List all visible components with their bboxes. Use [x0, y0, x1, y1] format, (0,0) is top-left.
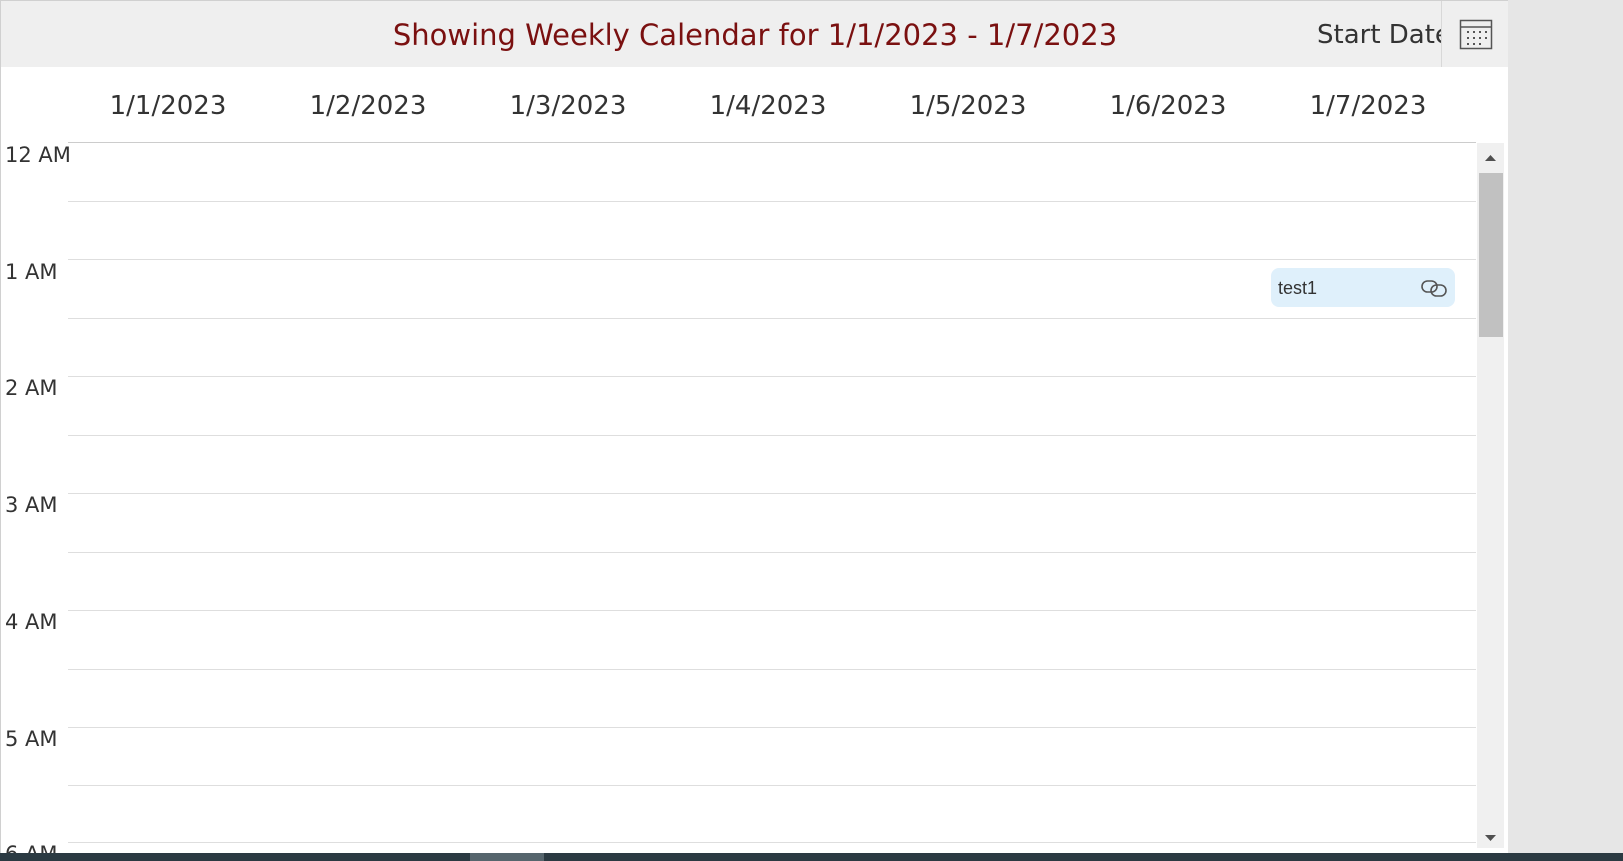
start-date-label: Start Date	[1317, 20, 1451, 50]
time-grid[interactable]	[68, 143, 1476, 843]
event-title: test1	[1278, 278, 1318, 298]
hour-line	[68, 493, 1476, 494]
day-header-row: 1/1/2023 1/2/2023 1/3/2023 1/4/2023 1/5/…	[68, 67, 1476, 143]
link-icon[interactable]	[1420, 277, 1448, 299]
time-label: 2 AM	[5, 376, 58, 400]
day-header: 1/6/2023	[1109, 91, 1227, 121]
hour-line	[68, 259, 1476, 260]
day-header: 1/7/2023	[1309, 91, 1427, 121]
half-hour-line	[68, 669, 1476, 670]
arrow-down-icon[interactable]	[1477, 828, 1504, 848]
time-label: 4 AM	[5, 610, 58, 634]
calendar-header: Showing Weekly Calendar for 1/1/2023 - 1…	[1, 1, 1508, 67]
time-label: 3 AM	[5, 493, 58, 517]
horizontal-scrollbar[interactable]	[0, 853, 1623, 861]
horizontal-scrollbar-thumb[interactable]	[470, 853, 544, 861]
page-title: Showing Weekly Calendar for 1/1/2023 - 1…	[392, 18, 1118, 52]
half-hour-line	[68, 201, 1476, 202]
calendar-event[interactable]: test1	[1271, 268, 1455, 307]
calendar-panel: Showing Weekly Calendar for 1/1/2023 - 1…	[0, 0, 1508, 861]
hour-line	[68, 610, 1476, 611]
half-hour-line	[68, 552, 1476, 553]
time-label: 12 AM	[5, 143, 71, 167]
scrollbar-thumb[interactable]	[1479, 173, 1503, 337]
half-hour-line	[68, 785, 1476, 786]
half-hour-line	[68, 435, 1476, 436]
day-header: 1/3/2023	[509, 91, 627, 121]
hour-line	[68, 842, 1476, 843]
calendar-icon	[1459, 19, 1493, 50]
arrow-up-icon[interactable]	[1477, 147, 1504, 167]
weekly-calendar-app: Showing Weekly Calendar for 1/1/2023 - 1…	[0, 0, 1623, 861]
day-header: 1/2/2023	[309, 91, 427, 121]
half-hour-line	[68, 318, 1476, 319]
time-label: 5 AM	[5, 727, 58, 751]
hour-line	[68, 376, 1476, 377]
day-header: 1/4/2023	[709, 91, 827, 121]
day-header: 1/1/2023	[109, 91, 227, 121]
right-gutter	[1508, 0, 1623, 861]
vertical-scrollbar[interactable]	[1477, 143, 1504, 848]
hour-line	[68, 727, 1476, 728]
start-date-picker-button[interactable]	[1441, 1, 1508, 67]
day-header: 1/5/2023	[909, 91, 1027, 121]
time-label: 1 AM	[5, 260, 58, 284]
